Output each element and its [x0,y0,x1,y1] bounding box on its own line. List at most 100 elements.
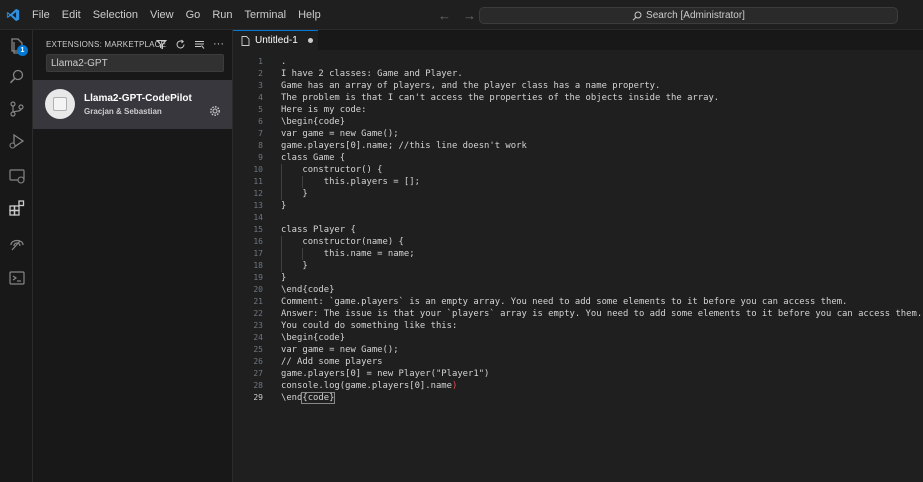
code-text: this.name = name; [281,249,415,259]
code-line[interactable]: 6 \begin{code} [233,116,923,128]
line-number: 18 [253,261,263,270]
more-actions-icon[interactable]: ··· [213,38,224,50]
code-line[interactable]: 11 this.players = []; [233,176,923,188]
remote-connection-icon[interactable] [0,228,33,258]
code-text: var game = new Game(); [281,345,399,355]
code-text: constructor(name) { [281,237,404,247]
extension-search-box[interactable] [46,54,224,72]
extension-name: Llama2-GPT-CodePilot [84,93,192,104]
terminal-icon[interactable] [0,263,33,293]
search-icon[interactable] [0,62,33,92]
refresh-icon[interactable] [175,39,186,50]
line-number: 29 [253,393,263,402]
code-line[interactable]: 9 class Game { [233,152,923,164]
code-line[interactable]: 15 class Player { [233,224,923,236]
extension-search-input[interactable] [51,57,223,69]
code-line[interactable]: 17 this.name = name; [233,248,923,260]
search-icon [632,11,642,21]
sidebar-title: EXTENSIONS: MARKETPLACE [46,39,167,49]
code-line[interactable]: 12 } [233,188,923,200]
code-text: game.players[0] = new Player("Player1") [281,369,490,379]
extensions-sidebar: EXTENSIONS: MARKETPLACE ··· Llama2-GPT-C… [33,30,233,482]
tab-untitled-1[interactable]: Untitled-1 [233,30,318,50]
code-line[interactable]: 5 Here is my code: [233,104,923,116]
command-center-search[interactable]: Search [Administrator] [479,7,898,24]
line-number: 8 [258,141,263,150]
source-control-icon[interactable] [0,94,33,124]
unsaved-dot-icon[interactable] [307,38,313,43]
explorer-badge: 1 [17,45,28,56]
editor-tabs: Untitled-1 [233,30,923,50]
forward-arrow-icon[interactable]: → [463,8,476,23]
code-text: class Player { [281,225,356,235]
code-line[interactable]: 16 constructor(name) { [233,236,923,248]
code-line[interactable]: 28 console.log(game.players[0].name) [233,380,923,392]
code-line[interactable]: 8 game.players[0].name; //this line doesn… [233,140,923,152]
code-line[interactable]: 22 Answer: The issue is that your `player… [233,308,923,320]
back-arrow-icon[interactable]: ← [438,8,451,23]
code-line[interactable]: 14 [233,212,923,224]
extensions-icon[interactable] [0,193,33,223]
code-line[interactable]: 7 var game = new Game(); [233,128,923,140]
code-line[interactable]: 4 The problem is that I can't access the … [233,92,923,104]
clear-results-icon[interactable] [194,39,205,50]
code-editor[interactable]: 1.2I have 2 classes: Game and Player. 3 Ga… [233,50,923,482]
extension-list-item[interactable]: Llama2-GPT-CodePilot Gracjan & Sebastian [33,80,232,129]
menu-view[interactable]: View [144,0,180,30]
line-number: 12 [253,189,263,198]
line-number: 20 [253,285,263,294]
menu-run[interactable]: Run [206,0,238,30]
code-line[interactable]: 26 // Add some players [233,356,923,368]
code-line[interactable]: 18 } [233,260,923,272]
line-number: 19 [253,273,263,282]
line-number: 1 [258,57,263,66]
code-line[interactable]: 27 game.players[0] = new Player("Player1"… [233,368,923,380]
line-number: 16 [253,237,263,246]
code-line[interactable]: 19} [233,272,923,284]
menu-file[interactable]: File [26,0,56,30]
run-debug-icon[interactable] [0,126,33,156]
line-number: 25 [253,345,263,354]
code-line[interactable]: 2 I have 2 classes: Game and Player. [233,68,923,80]
menu-edit[interactable]: Edit [56,0,87,30]
code-text: . [281,57,287,67]
code-line[interactable]: 29 \end{code} [233,392,923,404]
code-text: var game = new Game(); [281,129,399,139]
line-number: 22 [253,309,263,318]
line-number: 13 [253,201,263,210]
remote-explorer-icon[interactable] [0,161,33,191]
code-line[interactable]: 10 constructor() { [233,164,923,176]
extension-logo-icon [45,89,75,119]
code-line[interactable]: 25 var game = new Game(); [233,344,923,356]
code-line[interactable]: 23 You could do something like this: [233,320,923,332]
line-number: 9 [258,153,263,162]
menu-terminal[interactable]: Terminal [239,0,293,30]
title-bar: File Edit Selection View Go Run Terminal… [0,0,923,30]
code-line[interactable]: 13} [233,200,923,212]
filter-icon[interactable] [156,39,167,50]
manage-gear-icon[interactable] [209,105,221,117]
code-text: \end{code} [281,285,335,295]
code-line[interactable]: 24 \begin{code} [233,332,923,344]
extension-author: Gracjan & Sebastian [84,107,162,116]
code-line[interactable]: 20 \end{code} [233,284,923,296]
menu-selection[interactable]: Selection [87,0,144,30]
line-number: 7 [258,129,263,138]
line-number: 28 [253,381,263,390]
unmatched-paren: ) [451,381,458,391]
code-text: Here is my code: [281,105,367,115]
menu-go[interactable]: Go [180,0,207,30]
line-number: 6 [258,117,263,126]
code-line[interactable]: 21 Comment: `game.players` is an empty ar… [233,296,923,308]
tab-label: Untitled-1 [255,35,298,46]
code-text: The problem is that I can't access the p… [281,93,720,103]
code-text: } [281,201,287,211]
navigation-arrows: ← → [438,0,476,30]
code-line[interactable]: 1. [233,56,923,68]
menu-help[interactable]: Help [292,0,327,30]
line-number: 15 [253,225,263,234]
code-line[interactable]: 3 Game has an array of players, and the p… [233,80,923,92]
code-text: // Add some players [281,357,383,367]
explorer-icon[interactable]: 1 [0,31,33,61]
line-number: 4 [258,93,263,102]
